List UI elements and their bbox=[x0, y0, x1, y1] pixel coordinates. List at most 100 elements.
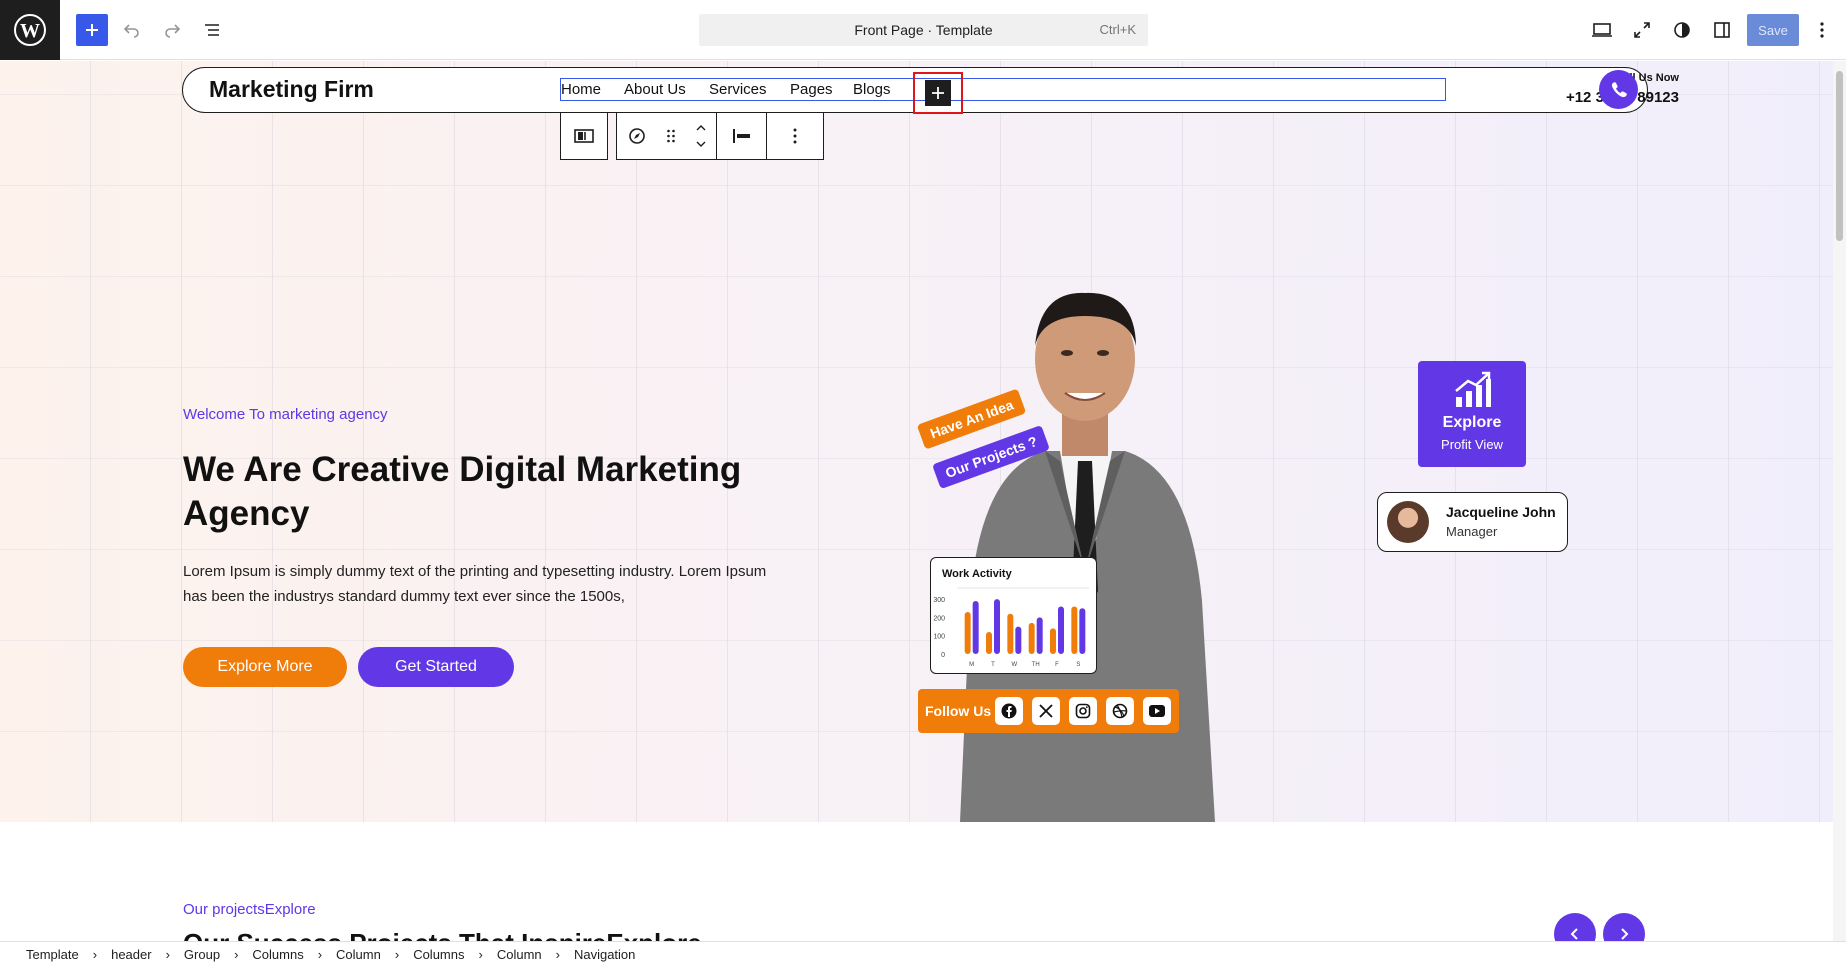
nav-item-home[interactable]: Home bbox=[561, 81, 601, 98]
hero-title: We Are Creative Digital Marketing Agency bbox=[183, 450, 742, 533]
x-twitter-icon[interactable] bbox=[1032, 697, 1060, 725]
chart-y-tick-label: 0 bbox=[941, 652, 945, 659]
navigation-block[interactable]: Home About Us Services Pages Blogs bbox=[560, 72, 1446, 114]
chevron-right-icon: › bbox=[317, 946, 323, 962]
chart-bar bbox=[1015, 626, 1022, 654]
hero-grid-background bbox=[0, 61, 1833, 822]
chart-bar bbox=[1007, 613, 1014, 654]
nav-item-services[interactable]: Services bbox=[709, 81, 767, 98]
more-options-icon[interactable] bbox=[767, 113, 823, 159]
phone-icon[interactable] bbox=[1599, 70, 1638, 109]
explore-card-title: Explore bbox=[1442, 414, 1502, 431]
hero-welcome-text: Welcome To marketing agency bbox=[183, 406, 388, 423]
block-breadcrumb: Template › header › Group › Columns › Column… bbox=[0, 941, 1846, 966]
command-palette-bar[interactable]: Front Page · Template Ctrl+K bbox=[699, 14, 1148, 46]
carousel-prev-button[interactable] bbox=[1554, 913, 1596, 941]
plus-icon bbox=[925, 80, 951, 106]
editor-top-toolbar: W Front Page · Template Ctrl+K Save bbox=[0, 0, 1846, 60]
breadcrumb-group[interactable]: Group bbox=[184, 947, 220, 962]
block-toolbar-main-group bbox=[616, 112, 824, 160]
chart-x-tick-label: F bbox=[1055, 662, 1059, 668]
profile-card: Jacqueline John Manager bbox=[1377, 492, 1568, 552]
site-header[interactable]: Marketing Firm Home About Us Services Pa… bbox=[182, 67, 1679, 114]
redo-icon[interactable] bbox=[156, 14, 188, 46]
svg-text:W: W bbox=[20, 20, 40, 42]
drag-handle-icon[interactable] bbox=[657, 113, 685, 159]
breadcrumb-columns-inner[interactable]: Columns bbox=[413, 947, 464, 962]
chart-bar bbox=[1079, 608, 1086, 654]
nav-add-item-button[interactable] bbox=[913, 72, 963, 114]
chart-y-tick-label: 300 bbox=[933, 597, 945, 604]
chart-bar bbox=[972, 600, 979, 654]
chart-y-tick-label: 200 bbox=[933, 615, 945, 622]
chart-x-tick-label: M bbox=[969, 662, 974, 668]
follow-us-label: Follow Us bbox=[925, 703, 992, 719]
chart-bar bbox=[1071, 606, 1078, 654]
undo-icon[interactable] bbox=[116, 14, 148, 46]
call-number[interactable]: +12 3456789123 bbox=[1479, 89, 1679, 106]
work-activity-card: Work Activity 300 200 100 0 M T W TH F S bbox=[930, 557, 1097, 674]
facebook-icon[interactable] bbox=[995, 697, 1023, 725]
justify-left-icon[interactable] bbox=[717, 113, 767, 159]
projects-subtitle: Our projectsExplore bbox=[183, 901, 316, 918]
chart-title: Work Activity bbox=[942, 568, 1012, 580]
site-brand[interactable]: Marketing Firm bbox=[209, 76, 374, 103]
breadcrumb-columns[interactable]: Columns bbox=[252, 947, 303, 962]
get-started-button[interactable]: Get Started bbox=[358, 647, 514, 687]
chevron-right-icon bbox=[1621, 928, 1629, 940]
dribbble-icon[interactable] bbox=[1106, 697, 1134, 725]
breadcrumb-header[interactable]: header bbox=[111, 947, 151, 962]
chevron-right-icon: › bbox=[234, 946, 239, 962]
options-menu-icon[interactable] bbox=[1806, 14, 1838, 46]
nav-item-pages[interactable]: Pages bbox=[790, 81, 833, 98]
chart-bar bbox=[1036, 617, 1043, 654]
scrollbar-thumb[interactable] bbox=[1836, 71, 1843, 241]
carousel-next-button[interactable] bbox=[1603, 913, 1645, 941]
chart-bar bbox=[1050, 628, 1056, 654]
canvas-scrollbar[interactable] bbox=[1833, 61, 1846, 941]
chart-bar bbox=[986, 632, 992, 654]
chevron-left-icon bbox=[1570, 928, 1578, 940]
chevron-right-icon: › bbox=[555, 946, 560, 962]
command-shortcut: Ctrl+K bbox=[1099, 22, 1136, 37]
settings-sidebar-icon[interactable] bbox=[1706, 14, 1738, 46]
nav-item-blogs[interactable]: Blogs bbox=[853, 81, 891, 98]
save-button[interactable]: Save bbox=[1747, 14, 1799, 46]
hero-section bbox=[0, 61, 1833, 822]
explore-more-button[interactable]: Explore More bbox=[183, 647, 347, 687]
breadcrumb-template[interactable]: Template bbox=[26, 947, 79, 962]
nav-item-about-us[interactable]: About Us bbox=[624, 81, 686, 98]
breadcrumb-column[interactable]: Column bbox=[336, 947, 381, 962]
wordpress-logo-icon[interactable]: W bbox=[0, 0, 60, 60]
document-overview-icon[interactable] bbox=[196, 14, 228, 46]
youtube-icon[interactable] bbox=[1143, 697, 1171, 725]
chevron-right-icon: › bbox=[394, 946, 400, 962]
chart-bar bbox=[1028, 622, 1035, 654]
fullscreen-icon[interactable] bbox=[1626, 14, 1658, 46]
styles-icon[interactable] bbox=[1666, 14, 1698, 46]
profile-name: Jacqueline John bbox=[1446, 504, 1556, 520]
explore-card-subtitle: Profit View bbox=[1441, 437, 1503, 452]
desktop-view-icon[interactable] bbox=[1586, 14, 1618, 46]
follow-us-bar: Follow Us bbox=[918, 689, 1179, 733]
navigation-block-icon[interactable] bbox=[561, 113, 607, 159]
document-title: Front Page · Template bbox=[854, 22, 993, 38]
businessman-image bbox=[960, 292, 1215, 822]
chart-x-tick-label: TH bbox=[1032, 662, 1040, 668]
block-inserter-button[interactable] bbox=[76, 14, 108, 46]
chart-x-tick-label: T bbox=[991, 662, 995, 668]
chart-bar bbox=[994, 599, 1000, 654]
chart-bar bbox=[964, 611, 971, 654]
chart-x-tick-label: S bbox=[1076, 662, 1080, 668]
work-activity-chart: 300 200 100 0 M T W TH F S bbox=[933, 587, 1089, 668]
breadcrumb-navigation: Navigation bbox=[573, 946, 636, 962]
compass-icon[interactable] bbox=[617, 113, 657, 159]
move-up-down-icon[interactable] bbox=[685, 113, 717, 159]
instagram-icon[interactable] bbox=[1069, 697, 1097, 725]
chevron-right-icon: › bbox=[92, 946, 98, 962]
breadcrumb-column-inner[interactable]: Column bbox=[497, 947, 542, 962]
editor-canvas: Marketing Firm Home About Us Services Pa… bbox=[0, 61, 1833, 941]
chevron-right-icon: › bbox=[478, 946, 483, 962]
explore-profit-card[interactable]: Explore Profit View bbox=[1418, 361, 1526, 467]
avatar bbox=[1387, 501, 1429, 543]
